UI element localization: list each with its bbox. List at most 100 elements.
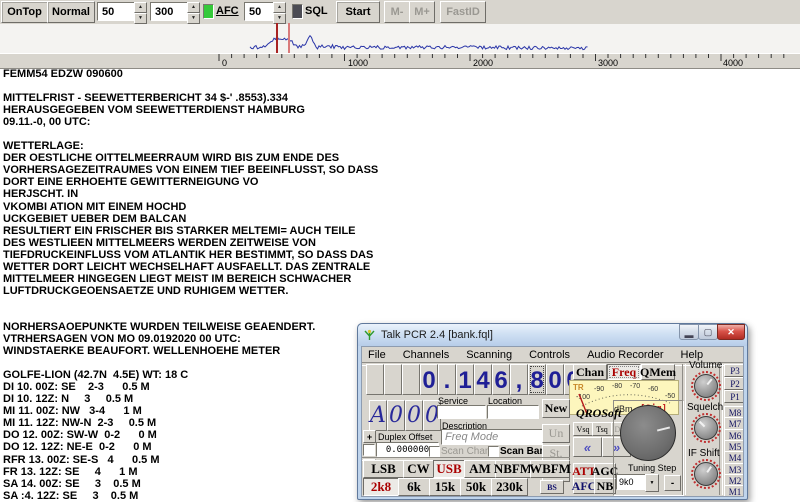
freq-digit-2[interactable]: [402, 364, 420, 395]
normal-button[interactable]: Normal: [47, 1, 95, 23]
if-shift-knob[interactable]: [691, 459, 721, 489]
p1-button[interactable]: P1: [724, 390, 743, 403]
spectrum-display[interactable]: [0, 24, 800, 53]
mode-nbfm-button[interactable]: NBFM: [494, 460, 532, 478]
channel-char-0[interactable]: A: [369, 400, 387, 431]
duplex-checkbox[interactable]: [363, 444, 375, 456]
mark-tone-marker[interactable]: [276, 23, 278, 53]
bs-button[interactable]: BS: [540, 480, 564, 494]
ruler-label-1000: 1000: [348, 58, 369, 68]
freq-digit-4[interactable]: .: [438, 364, 456, 395]
menu-scanning[interactable]: Scanning: [466, 349, 512, 361]
shift-down-icon[interactable]: ▼: [187, 13, 200, 24]
afc-down-icon[interactable]: ▼: [273, 13, 286, 24]
shift-stepper[interactable]: ▲ ▼: [187, 2, 200, 24]
app-icon: [364, 329, 375, 340]
speed-stepper[interactable]: ▲ ▼: [134, 2, 147, 24]
afc-toggle[interactable]: AFC: [216, 5, 239, 17]
ruler-label-4000: 4000: [723, 58, 744, 68]
close-button[interactable]: ✕: [717, 324, 745, 340]
afc-value-stepper[interactable]: ▲ ▼: [273, 2, 286, 24]
filter-50k-button[interactable]: 50k: [460, 478, 492, 496]
speed-down-icon[interactable]: ▼: [134, 13, 147, 24]
m1-button[interactable]: M1: [724, 485, 743, 496]
shift-input[interactable]: 300: [150, 2, 192, 21]
p2-button[interactable]: P2: [724, 377, 743, 390]
freq-digit-10[interactable]: 0: [546, 364, 564, 395]
new-button[interactable]: New: [542, 399, 570, 418]
service-input[interactable]: [437, 405, 486, 419]
afc-button[interactable]: AFC: [572, 478, 596, 494]
freq-digit-8[interactable]: ,: [510, 364, 528, 395]
freq-digit-1[interactable]: [384, 364, 402, 395]
channel-char-1[interactable]: 0: [387, 400, 405, 431]
pcr-menubar: File Channels Scanning Controls Audio Re…: [362, 347, 743, 362]
tuning-step-label: Tuning Step: [628, 463, 677, 473]
filter-15k-button[interactable]: 15k: [429, 478, 461, 496]
shift-up-icon[interactable]: ▲: [187, 2, 200, 13]
mode-lsb-button[interactable]: LSB: [363, 460, 404, 478]
vsq-button[interactable]: Vsq: [573, 422, 593, 436]
menu-audio-recorder[interactable]: Audio Recorder: [587, 349, 663, 361]
mode-usb-button[interactable]: USB: [433, 460, 465, 478]
un-button[interactable]: Un: [542, 424, 570, 443]
freq-digit-7[interactable]: 6: [492, 364, 510, 395]
chan-tab[interactable]: Chan: [573, 364, 607, 380]
minimize-button[interactable]: ▬: [679, 324, 699, 340]
ruler-label-3000: 3000: [598, 58, 619, 68]
speed-input[interactable]: 50: [97, 2, 139, 21]
squelch-knob[interactable]: [691, 413, 721, 443]
tsq-button[interactable]: Tsq: [592, 422, 612, 436]
space-tone-marker[interactable]: [288, 23, 290, 53]
freq-digit-0[interactable]: [366, 364, 384, 395]
memory-plus-button[interactable]: M+: [409, 1, 435, 23]
frequency-display[interactable]: 0 . 1 4 6 , 8 0 0: [366, 364, 582, 395]
ontop-button[interactable]: OnTop: [1, 1, 48, 23]
pcr-window: Talk PCR 2.4 [bank.fql] ▬ ▢ ✕ File Chann…: [357, 323, 748, 500]
freq-tab[interactable]: Freq: [607, 364, 641, 380]
if-shift-knob-pointer-icon: [706, 466, 712, 473]
location-input[interactable]: [487, 405, 539, 419]
mode-wbfm-button[interactable]: WBFM: [529, 460, 571, 478]
menu-controls[interactable]: Controls: [529, 349, 570, 361]
scan-chan-checkbox[interactable]: [429, 446, 440, 457]
menu-file[interactable]: File: [368, 349, 386, 361]
scan-chan-label: Scan Chan: [441, 446, 491, 457]
frequency-ruler[interactable]: 0 1000 2000 3000 4000: [0, 53, 800, 69]
freq-digit-6[interactable]: 4: [474, 364, 492, 395]
tuning-knob[interactable]: [620, 405, 676, 461]
squelch-label: Squelch: [687, 402, 724, 413]
volume-knob[interactable]: [691, 371, 721, 401]
filter-230k-button[interactable]: 230k: [491, 478, 528, 496]
fastid-button[interactable]: FastID: [440, 1, 486, 23]
ruler-ticks: [218, 54, 785, 61]
duplex-plus-button[interactable]: +: [363, 430, 376, 443]
scan-bank-checkbox[interactable]: [488, 446, 499, 457]
freq-digit-3[interactable]: 0: [420, 364, 438, 395]
tuning-step-select[interactable]: 9k0: [616, 474, 647, 490]
freq-digit-9[interactable]: 8: [528, 364, 546, 395]
afc-up-icon[interactable]: ▲: [273, 2, 286, 13]
menu-channels[interactable]: Channels: [403, 349, 449, 361]
p3-button[interactable]: P3: [724, 364, 743, 377]
menu-help[interactable]: Help: [681, 349, 704, 361]
mode-am-button[interactable]: AM: [464, 460, 496, 478]
tuning-step-dropdown-icon[interactable]: ▼: [645, 474, 659, 492]
description-input[interactable]: Freq Mode: [441, 429, 543, 445]
tuning-step-minus-button[interactable]: -: [664, 475, 681, 491]
filter-6k-button[interactable]: 6k: [398, 478, 430, 496]
close-icon: ✕: [727, 326, 735, 337]
mode-cw-button[interactable]: CW: [403, 460, 434, 478]
chevron-left-icon: «: [583, 439, 592, 455]
memory-channel-display[interactable]: A 0 0 0: [369, 400, 441, 431]
filter-2k8-button[interactable]: 2k8: [363, 478, 399, 496]
memory-minus-button[interactable]: M-: [384, 1, 410, 23]
scan-down-button[interactable]: «: [573, 437, 602, 457]
start-button[interactable]: Start: [336, 1, 380, 23]
channel-char-2[interactable]: 0: [405, 400, 423, 431]
maximize-button[interactable]: ▢: [698, 324, 718, 340]
sql-toggle[interactable]: SQL: [305, 5, 328, 17]
freq-digit-5[interactable]: 1: [456, 364, 474, 395]
speed-up-icon[interactable]: ▲: [134, 2, 147, 13]
qmem-tab[interactable]: QMem: [640, 364, 676, 380]
